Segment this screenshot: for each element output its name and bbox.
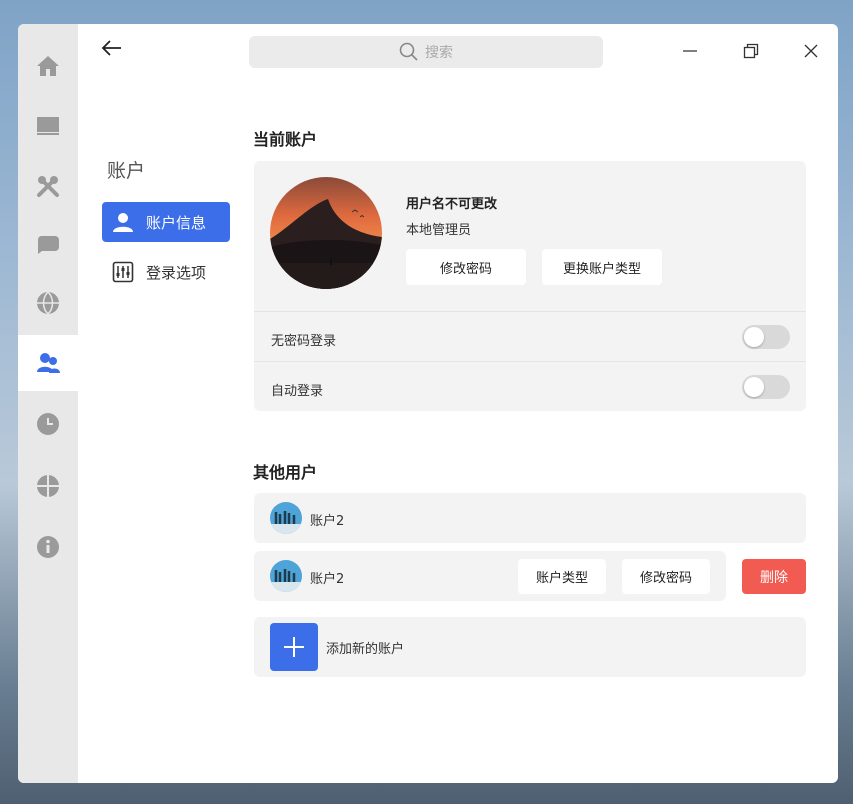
user-avatar xyxy=(270,560,302,592)
search-box[interactable]: 搜索 xyxy=(249,36,603,68)
user-name: 账户2 xyxy=(310,514,345,529)
search-placeholder: 搜索 xyxy=(425,45,453,61)
users-icon xyxy=(37,353,60,373)
auto-login-toggle[interactable] xyxy=(742,375,790,399)
sliders-icon xyxy=(112,261,134,283)
clock-icon xyxy=(37,413,59,435)
rail-time[interactable] xyxy=(18,396,78,452)
user-name: 账户2 xyxy=(310,572,345,587)
back-button[interactable] xyxy=(98,34,126,62)
user-type-label: 本地管理员 xyxy=(406,223,472,238)
category-rail xyxy=(18,24,78,783)
current-account-title: 当前账户 xyxy=(253,130,318,149)
other-users-title: 其他用户 xyxy=(253,463,318,482)
sidebar-item-account-info[interactable]: 账户信息 xyxy=(102,202,230,242)
sidebar-item-label: 登录选项 xyxy=(146,263,207,282)
user-avatar xyxy=(270,502,302,534)
update-icon xyxy=(37,475,59,497)
add-account-label: 添加新的账户 xyxy=(326,642,405,657)
avatar xyxy=(270,177,382,289)
landscape-image xyxy=(270,502,302,534)
rail-chat[interactable] xyxy=(18,216,78,272)
account-type-button[interactable]: 账户类型 xyxy=(518,559,606,594)
add-account-row[interactable]: 添加新的账户 xyxy=(254,617,806,677)
landscape-image xyxy=(270,560,302,592)
plus-icon xyxy=(284,637,304,657)
rail-home[interactable] xyxy=(18,38,78,94)
rail-update[interactable] xyxy=(18,458,78,514)
tools-icon xyxy=(37,176,59,197)
rail-accounts[interactable] xyxy=(18,335,78,391)
minimize-button[interactable] xyxy=(677,38,703,64)
delete-user-button[interactable]: 删除 xyxy=(742,559,806,594)
chat-bubble-icon xyxy=(37,236,59,254)
info-icon xyxy=(37,536,59,558)
sidebar-item-label: 账户信息 xyxy=(146,213,207,232)
other-user-row[interactable]: 账户2 账户类型 修改密码 xyxy=(254,551,726,601)
restore-button[interactable] xyxy=(738,38,764,64)
other-user-row[interactable]: 账户2 xyxy=(254,493,806,543)
close-button[interactable] xyxy=(798,38,824,64)
sidebar-item-login-options[interactable]: 登录选项 xyxy=(102,252,230,292)
change-account-type-button[interactable]: 更换账户类型 xyxy=(542,249,662,285)
username-label: 用户名不可更改 xyxy=(406,197,498,212)
close-icon xyxy=(804,44,818,58)
restore-icon xyxy=(743,43,759,59)
user-icon xyxy=(113,213,133,232)
divider xyxy=(254,361,806,362)
display-icon xyxy=(37,117,59,135)
divider xyxy=(254,311,806,312)
passwordless-login-toggle[interactable] xyxy=(742,325,790,349)
globe-icon xyxy=(37,291,59,315)
rail-display[interactable] xyxy=(18,98,78,154)
add-button[interactable] xyxy=(270,623,318,671)
change-password-button[interactable]: 修改密码 xyxy=(406,249,526,285)
auto-login-label: 自动登录 xyxy=(271,384,324,399)
settings-window: 搜索 账户 账户信息 登录选项 当前账户 用户名不可更改 本地管理员 修改密码 … xyxy=(18,24,838,783)
rail-network[interactable] xyxy=(18,275,78,331)
arrow-left-icon xyxy=(101,40,121,56)
change-password-button[interactable]: 修改密码 xyxy=(622,559,710,594)
current-account-card: 用户名不可更改 本地管理员 修改密码 更换账户类型 无密码登录 自动登录 xyxy=(254,161,806,411)
sidebar-title: 账户 xyxy=(107,160,146,182)
search-icon xyxy=(399,42,418,61)
rail-about[interactable] xyxy=(18,519,78,575)
sunset-dunes-image xyxy=(270,177,382,289)
home-icon xyxy=(37,56,59,76)
rail-tools[interactable] xyxy=(18,158,78,214)
passwordless-login-label: 无密码登录 xyxy=(271,334,337,349)
minimize-icon xyxy=(683,50,697,52)
